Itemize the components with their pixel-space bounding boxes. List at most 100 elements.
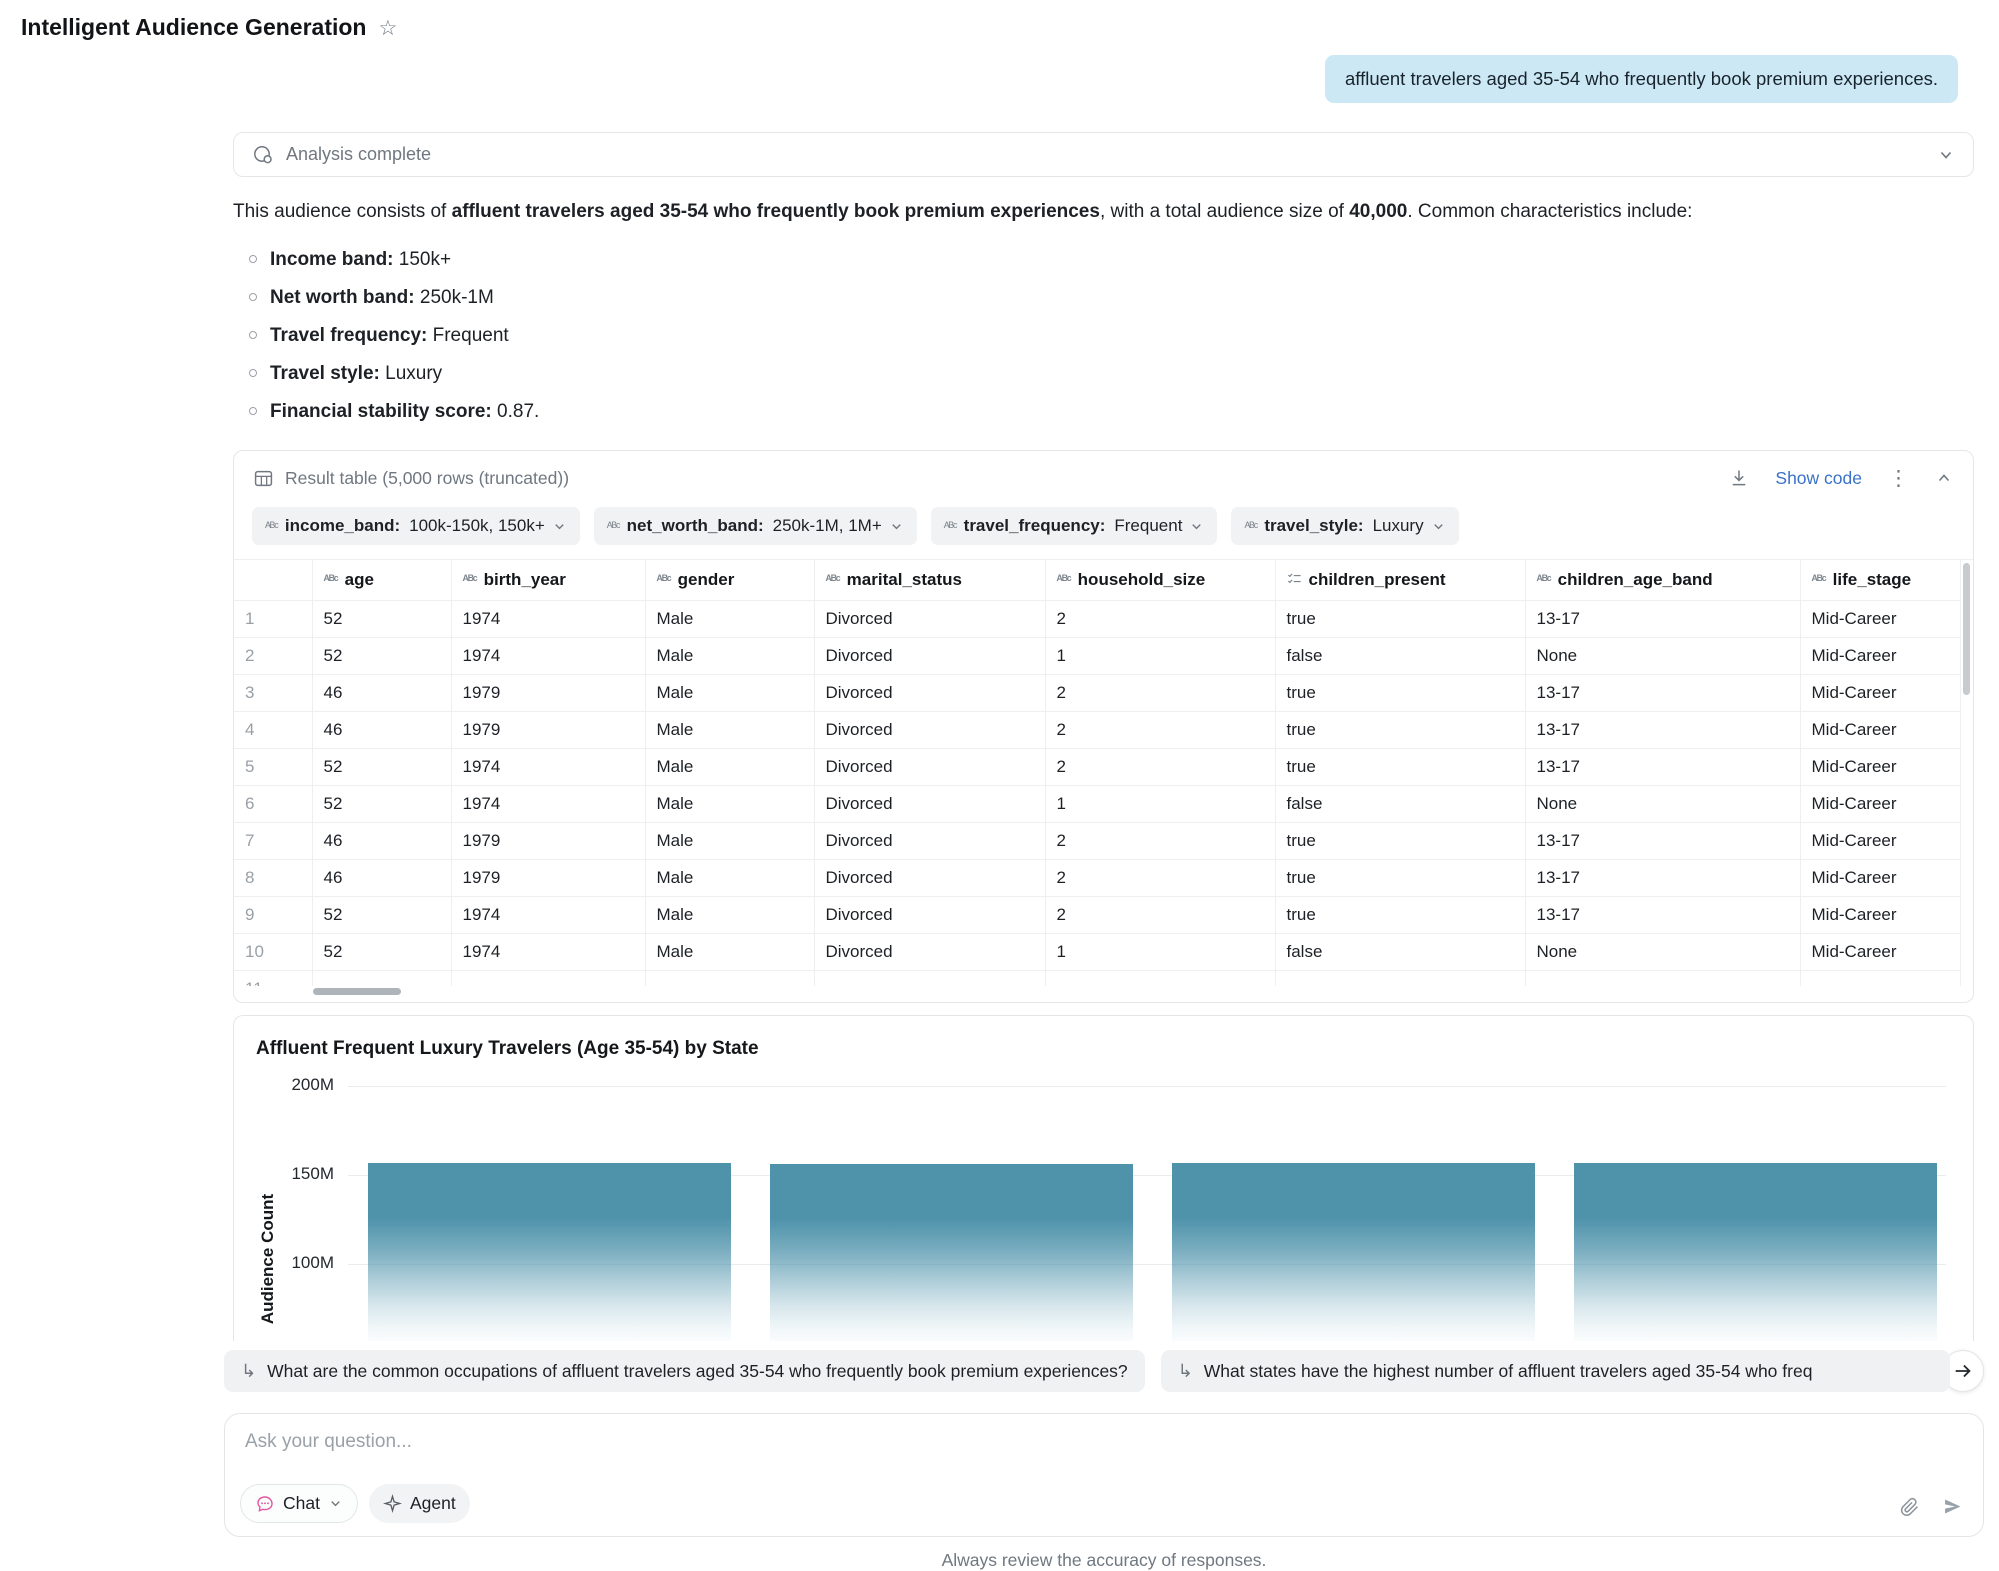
column-header-children_age_band[interactable]: ᴬᴮᶜchildren_age_band: [1525, 560, 1800, 600]
cell-age: 52: [312, 933, 451, 970]
row-number: 3: [234, 674, 312, 711]
cell-gender: Male: [645, 711, 814, 748]
chevron-down-icon[interactable]: [1937, 146, 1955, 164]
filter-chip-travel_style[interactable]: ᴬᴮᶜtravel_style:Luxury: [1231, 507, 1458, 545]
question-input[interactable]: [225, 1414, 1825, 1468]
cell-age: 46: [312, 674, 451, 711]
column-header-age[interactable]: ᴬᴮᶜage: [312, 560, 451, 600]
cell-children_age_band: None: [1525, 933, 1800, 970]
filter-chips-row: ᴬᴮᶜincome_band:100k-150k, 150k+ ᴬᴮᶜnet_wo…: [234, 505, 1973, 559]
string-type-icon: ᴬᴮᶜ: [826, 572, 840, 587]
filter-chip-net_worth_band[interactable]: ᴬᴮᶜnet_worth_band:250k-1M, 1M+: [594, 507, 917, 545]
row-number: 7: [234, 822, 312, 859]
cell-children_present: false: [1275, 785, 1525, 822]
reply-arrow-icon: ↳: [1178, 1361, 1193, 1382]
cell-children_present: false: [1275, 933, 1525, 970]
bar[interactable]: [1172, 1163, 1535, 1341]
table-row-partial: 11: [234, 970, 1960, 986]
cell-children_age_band: 13-17: [1525, 600, 1800, 637]
user-message-row: affluent travelers aged 35-54 who freque…: [0, 55, 1999, 103]
reply-arrow-icon: ↳: [241, 1361, 256, 1382]
table-row: 7461979MaleDivorced2true13-17Mid-Career: [234, 822, 1960, 859]
cell-gender: Male: [645, 859, 814, 896]
chevron-down-icon: [889, 519, 904, 534]
characteristic-item: Travel frequency: Frequent: [233, 325, 1974, 346]
cell-gender: Male: [645, 674, 814, 711]
column-header-children_present[interactable]: children_present: [1275, 560, 1525, 600]
cell-children_present: false: [1275, 637, 1525, 674]
cell-household_size: 2: [1045, 822, 1275, 859]
cell-birth_year: 1979: [451, 822, 645, 859]
cell-children_age_band: 13-17: [1525, 674, 1800, 711]
column-header-household_size[interactable]: ᴬᴮᶜhousehold_size: [1045, 560, 1275, 600]
y-tick-label: 150M: [234, 1164, 334, 1184]
row-number: 11: [234, 970, 312, 986]
cell-life_stage: Mid-Career: [1800, 748, 1960, 785]
suggestion-chip[interactable]: ↳What states have the highest number of …: [1161, 1350, 1950, 1392]
paperclip-icon[interactable]: [1899, 1496, 1920, 1517]
cell-household_size: 1: [1045, 933, 1275, 970]
table-row: 8461979MaleDivorced2true13-17Mid-Career: [234, 859, 1960, 896]
cell-marital_status: Divorced: [814, 711, 1045, 748]
bar[interactable]: [368, 1163, 731, 1341]
summary-audience: affluent travelers aged 35-54 who freque…: [452, 201, 1100, 222]
summary-text: , with a total audience size of: [1100, 201, 1349, 222]
agent-mode-button[interactable]: Agent: [369, 1484, 470, 1523]
cell-life_stage: Mid-Career: [1800, 711, 1960, 748]
string-type-icon: ᴬᴮᶜ: [607, 519, 620, 534]
star-icon[interactable]: ☆: [378, 16, 397, 41]
table-header-row: ᴬᴮᶜageᴬᴮᶜbirth_yearᴬᴮᶜgenderᴬᴮᶜmarital_s…: [234, 560, 1960, 600]
bullet-icon: [249, 331, 257, 339]
characteristic-item: Financial stability score: 0.87.: [233, 401, 1974, 422]
suggestion-chip[interactable]: ↳What are the common occupations of affl…: [224, 1350, 1145, 1392]
send-icon[interactable]: [1942, 1496, 1963, 1517]
download-icon[interactable]: [1729, 468, 1749, 488]
cell-marital_status: Divorced: [814, 600, 1045, 637]
cell-birth_year: 1974: [451, 600, 645, 637]
cell-marital_status: Divorced: [814, 748, 1045, 785]
vertical-scrollbar[interactable]: [1963, 563, 1970, 695]
bar[interactable]: [1574, 1163, 1937, 1341]
cell-life_stage: Mid-Career: [1800, 896, 1960, 933]
table-row: 2521974MaleDivorced1falseNoneMid-Career: [234, 637, 1960, 674]
column-header-gender[interactable]: ᴬᴮᶜgender: [645, 560, 814, 600]
cell-gender: Male: [645, 822, 814, 859]
bullet-icon: [249, 369, 257, 377]
column-header-birth_year[interactable]: ᴬᴮᶜbirth_year: [451, 560, 645, 600]
string-type-icon: ᴬᴮᶜ: [463, 572, 477, 587]
cell-life_stage: Mid-Career: [1800, 600, 1960, 637]
cell-gender: Male: [645, 896, 814, 933]
chat-mode-button[interactable]: Chat: [240, 1484, 358, 1523]
cell-children_age_band: 13-17: [1525, 896, 1800, 933]
row-number: 1: [234, 600, 312, 637]
y-tick-label: 200M: [234, 1075, 334, 1095]
row-number: 5: [234, 748, 312, 785]
cell-gender: Male: [645, 933, 814, 970]
cell-children_age_band: None: [1525, 637, 1800, 674]
string-type-icon: ᴬᴮᶜ: [944, 519, 957, 534]
chevron-down-icon: [1189, 519, 1204, 534]
bar[interactable]: [770, 1164, 1133, 1341]
analysis-status-panel[interactable]: Analysis complete: [233, 132, 1974, 177]
filter-chip-income_band[interactable]: ᴬᴮᶜincome_band:100k-150k, 150k+: [252, 507, 580, 545]
horizontal-scrollbar-thumb[interactable]: [313, 988, 401, 995]
table-row: 6521974MaleDivorced1falseNoneMid-Career: [234, 785, 1960, 822]
suggestions-row: ↳What are the common occupations of affl…: [224, 1350, 1984, 1392]
more-options-button[interactable]: ⋮: [1888, 468, 1909, 489]
horizontal-scrollbar[interactable]: [234, 988, 1973, 997]
row-number-header: [234, 560, 312, 600]
cell-age: 46: [312, 711, 451, 748]
cell-marital_status: Divorced: [814, 637, 1045, 674]
checklist-type-icon: [1287, 572, 1302, 587]
cell-age: 52: [312, 785, 451, 822]
show-code-button[interactable]: Show code: [1775, 468, 1862, 489]
string-type-icon: ᴬᴮᶜ: [1812, 572, 1826, 587]
titlebar: Intelligent Audience Generation ☆: [0, 0, 1999, 41]
column-header-marital_status[interactable]: ᴬᴮᶜmarital_status: [814, 560, 1045, 600]
column-header-life_stage[interactable]: ᴬᴮᶜlife_stage: [1800, 560, 1960, 600]
string-type-icon: ᴬᴮᶜ: [324, 572, 338, 587]
filter-chip-travel_frequency[interactable]: ᴬᴮᶜtravel_frequency:Frequent: [931, 507, 1218, 545]
cell-age: 46: [312, 822, 451, 859]
cell-life_stage: Mid-Career: [1800, 822, 1960, 859]
chevron-up-icon[interactable]: [1935, 469, 1953, 487]
